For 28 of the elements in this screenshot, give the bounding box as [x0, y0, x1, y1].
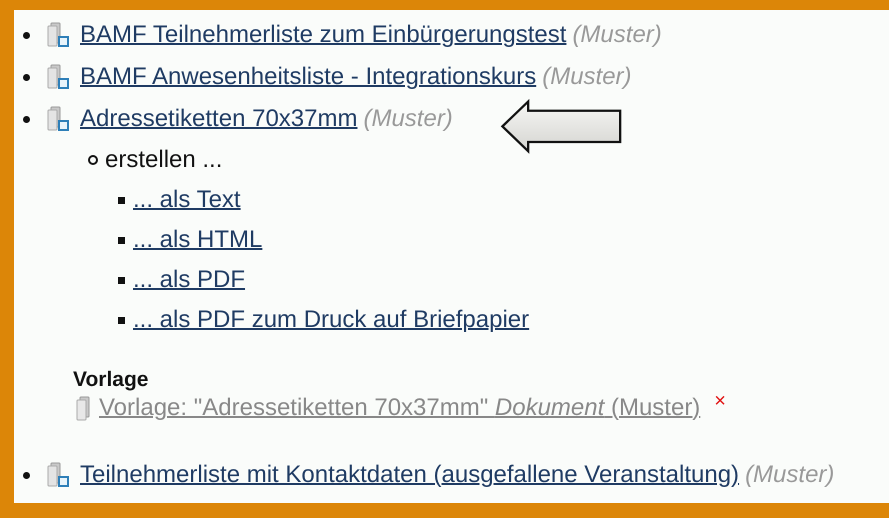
- document-link[interactable]: Adressetiketten 70x37mm: [80, 105, 358, 133]
- document-link[interactable]: BAMF Anwesenheitsliste - Integrationskurs: [80, 63, 536, 91]
- document-icon: [46, 21, 72, 49]
- bullet-icon: [88, 155, 98, 165]
- bullet-icon: [23, 472, 30, 478]
- create-label: erstellen ...: [105, 146, 222, 174]
- bullet-icon: [23, 116, 30, 122]
- document-link[interactable]: Teilnehmerliste mit Kontaktdaten (ausgefallene Veranstaltung): [80, 461, 740, 489]
- section-heading: Vorlage: [73, 368, 150, 392]
- document-link[interactable]: BAMF Teilnehmerliste zum Einbürgerungstest: [80, 21, 566, 49]
- bullet-icon: [118, 276, 125, 284]
- bullet-icon: [118, 316, 125, 324]
- delete-button[interactable]: ×: [714, 390, 726, 413]
- sample-note: (Muster): [572, 21, 662, 49]
- bullet-icon: [118, 196, 125, 204]
- export-link[interactable]: ... als HTML: [133, 226, 262, 254]
- document-icon: [46, 63, 72, 91]
- document-icon: [46, 461, 72, 489]
- bullet-icon: [23, 32, 30, 38]
- sample-note: (Muster): [542, 63, 632, 91]
- export-link[interactable]: ... als Text: [133, 186, 241, 214]
- bullet-icon: [118, 236, 125, 244]
- sample-note: (Muster): [745, 461, 834, 489]
- document-icon: [46, 105, 72, 133]
- export-link[interactable]: ... als PDF: [133, 266, 246, 294]
- export-link[interactable]: ... als PDF zum Druck auf Briefpapier: [133, 306, 530, 334]
- sample-note: (Muster): [363, 105, 453, 133]
- bullet-icon: [23, 74, 30, 80]
